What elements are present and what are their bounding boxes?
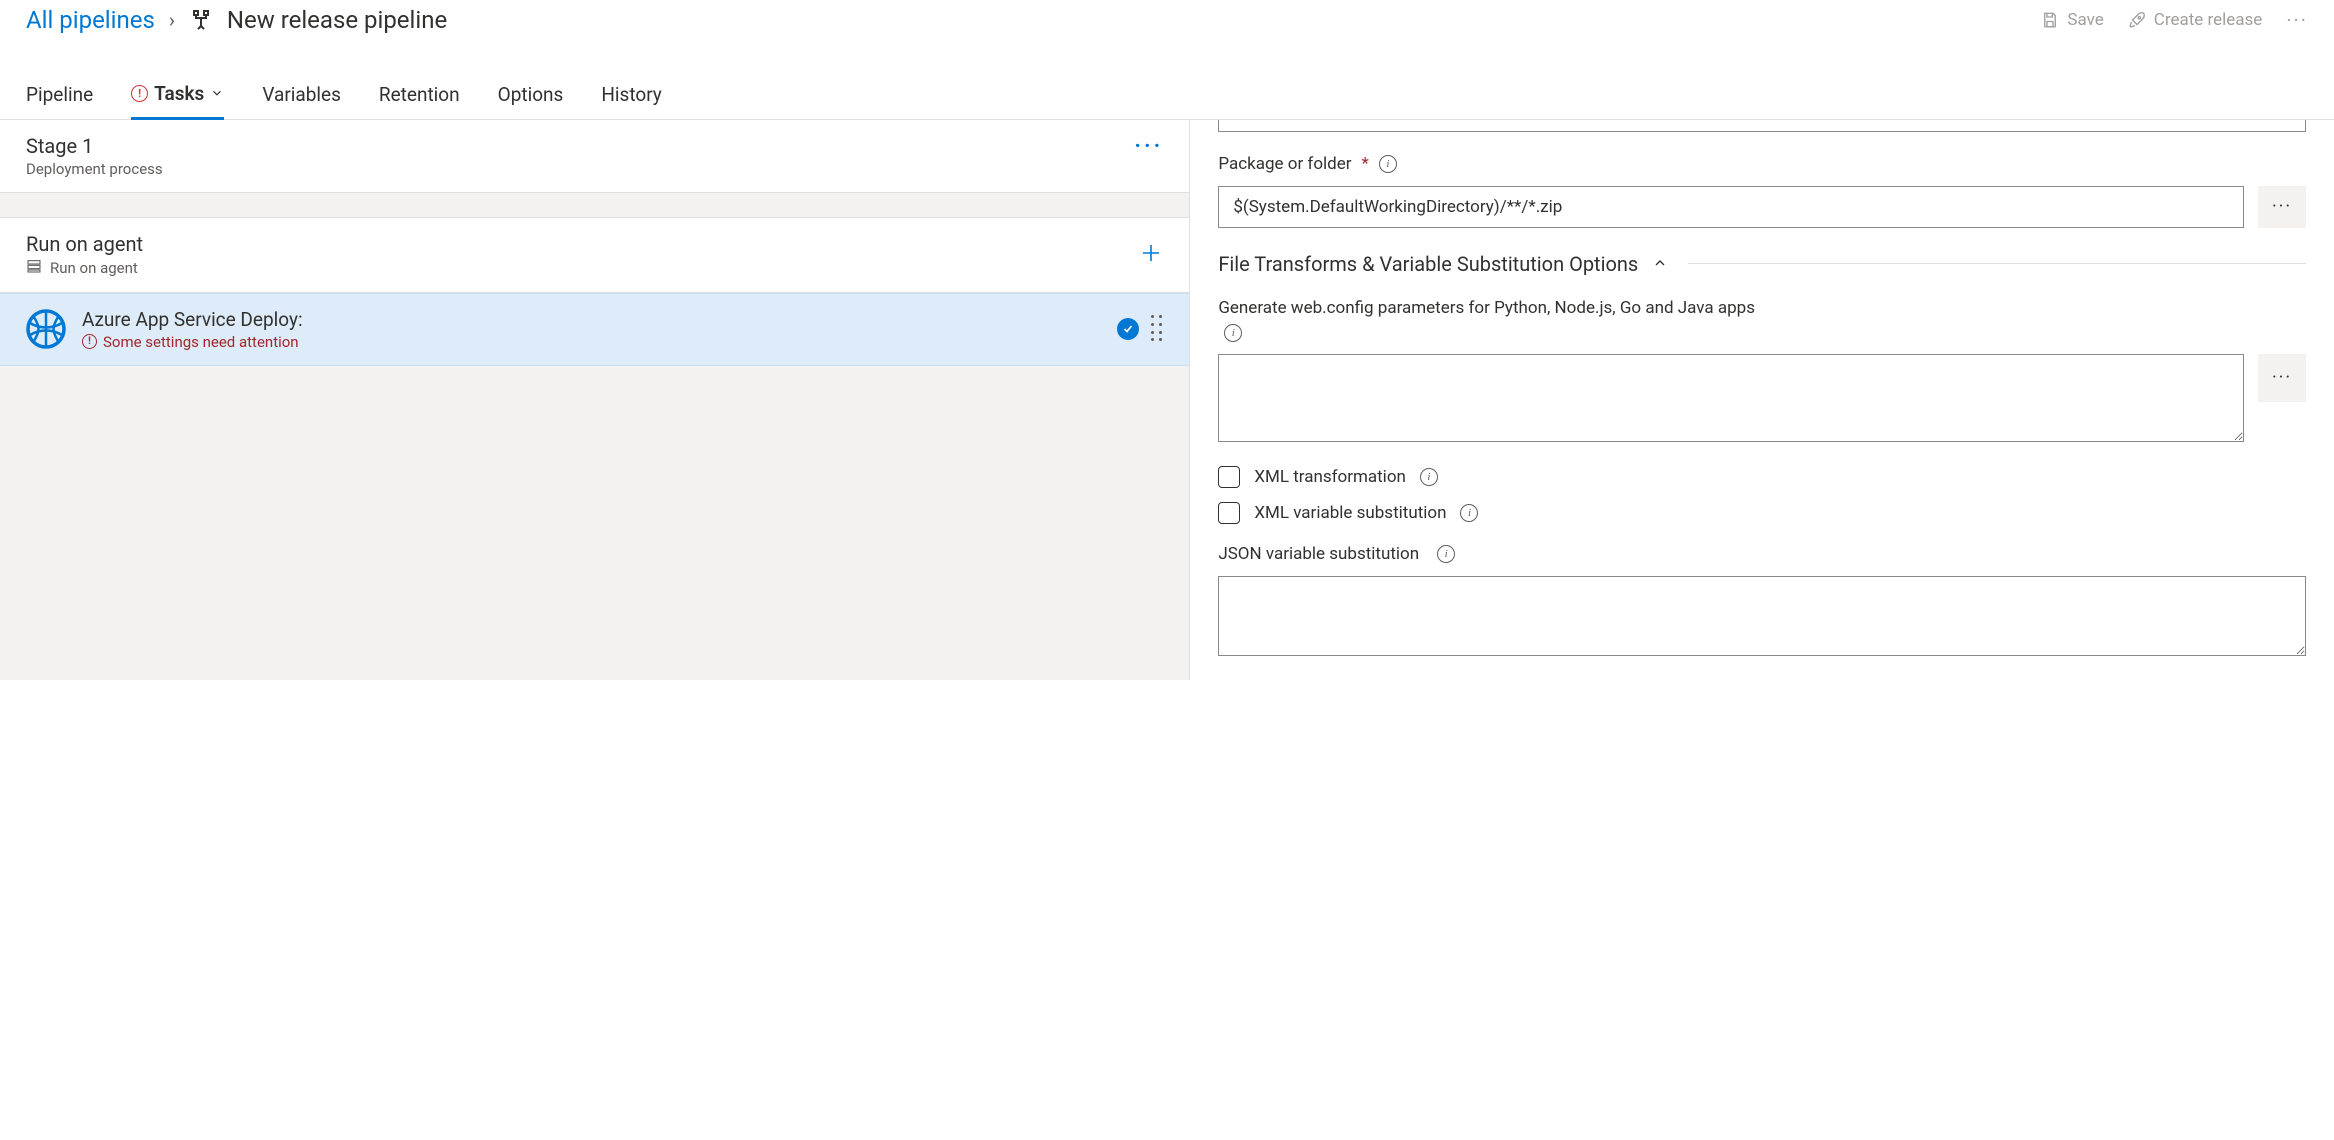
info-icon[interactable]: i bbox=[1460, 504, 1478, 522]
rocket-icon bbox=[2128, 11, 2146, 29]
webconfig-input[interactable] bbox=[1218, 354, 2244, 442]
info-icon[interactable]: i bbox=[1224, 324, 1242, 342]
info-icon[interactable]: i bbox=[1420, 468, 1438, 486]
agent-subtitle: Run on agent bbox=[50, 259, 138, 277]
breadcrumb-all-pipelines[interactable]: All pipelines bbox=[26, 6, 155, 34]
task-warning-text: Some settings need attention bbox=[103, 333, 299, 351]
task-row-app-service-deploy[interactable]: Azure App Service Deploy: ! Some setting… bbox=[0, 293, 1189, 366]
pipeline-icon bbox=[189, 8, 213, 32]
section-file-transforms-header[interactable]: File Transforms & Variable Substitution … bbox=[1218, 252, 1638, 276]
xml-varsub-checkbox[interactable] bbox=[1218, 502, 1240, 524]
xml-transformation-checkbox[interactable] bbox=[1218, 466, 1240, 488]
json-varsub-input[interactable] bbox=[1218, 576, 2306, 656]
tab-pipeline[interactable]: Pipeline bbox=[26, 74, 93, 119]
save-button[interactable]: Save bbox=[2041, 10, 2103, 30]
tab-tasks-label: Tasks bbox=[154, 82, 204, 105]
json-varsub-label: JSON variable substitution bbox=[1218, 544, 1419, 564]
add-task-button[interactable] bbox=[1139, 241, 1163, 269]
webconfig-more-button[interactable]: ··· bbox=[2258, 354, 2306, 402]
tab-variables[interactable]: Variables bbox=[262, 74, 341, 119]
xml-varsub-label: XML variable substitution bbox=[1254, 503, 1446, 523]
agent-title: Run on agent bbox=[26, 232, 143, 256]
tab-bar: Pipeline ! Tasks Variables Retention Opt… bbox=[0, 74, 2334, 120]
package-input[interactable] bbox=[1218, 186, 2244, 228]
create-release-button[interactable]: Create release bbox=[2128, 10, 2263, 30]
tab-retention[interactable]: Retention bbox=[379, 74, 460, 119]
info-icon[interactable]: i bbox=[1379, 155, 1397, 173]
previous-field-fragment bbox=[1218, 120, 2306, 132]
tab-options[interactable]: Options bbox=[498, 74, 564, 119]
info-icon[interactable]: i bbox=[1437, 545, 1455, 563]
agent-icon bbox=[26, 258, 42, 278]
agent-row[interactable]: Run on agent Run on agent bbox=[0, 217, 1189, 293]
stage-more-button[interactable]: ··· bbox=[1134, 134, 1163, 159]
required-asterisk: * bbox=[1362, 154, 1369, 174]
enabled-check-icon bbox=[1117, 318, 1139, 340]
stage-row[interactable]: Stage 1 Deployment process ··· bbox=[0, 120, 1189, 193]
save-icon bbox=[2041, 11, 2059, 29]
tab-tasks[interactable]: ! Tasks bbox=[131, 74, 224, 120]
alert-icon: ! bbox=[131, 85, 148, 102]
browse-button[interactable]: ··· bbox=[2258, 186, 2306, 228]
chevron-up-icon[interactable] bbox=[1652, 252, 1668, 276]
drag-handle-icon[interactable] bbox=[1151, 315, 1163, 343]
save-label: Save bbox=[2067, 10, 2103, 30]
chevron-right-icon: › bbox=[169, 8, 175, 32]
tab-history[interactable]: History bbox=[601, 74, 661, 119]
webconfig-label: Generate web.config parameters for Pytho… bbox=[1218, 298, 1755, 318]
package-label: Package or folder bbox=[1218, 154, 1351, 174]
page-title: New release pipeline bbox=[227, 6, 447, 34]
task-title: Azure App Service Deploy: bbox=[82, 308, 1101, 331]
breadcrumb: All pipelines › New release pipeline bbox=[26, 6, 447, 34]
stage-subtitle: Deployment process bbox=[26, 160, 163, 178]
xml-transformation-label: XML transformation bbox=[1254, 467, 1406, 487]
azure-app-service-icon bbox=[26, 309, 66, 349]
alert-icon: ! bbox=[82, 334, 97, 349]
chevron-down-icon bbox=[210, 82, 224, 105]
more-actions-button[interactable]: ··· bbox=[2286, 8, 2308, 32]
stage-title: Stage 1 bbox=[26, 134, 163, 158]
create-release-label: Create release bbox=[2154, 10, 2263, 30]
